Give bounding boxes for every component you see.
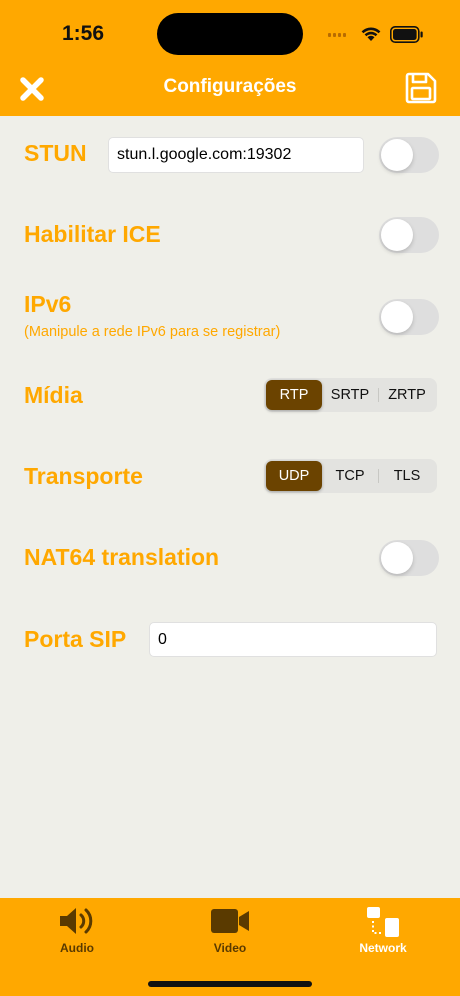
media-label: Mídia: [24, 382, 83, 408]
toggle-knob: [381, 139, 413, 171]
ice-toggle[interactable]: [379, 217, 439, 253]
save-button[interactable]: [404, 71, 438, 105]
sip-port-label: Porta SIP: [24, 626, 127, 652]
transport-segmented-control: UDP TCP TLS: [264, 459, 437, 493]
sip-port-field[interactable]: 0: [149, 622, 437, 657]
toggle-knob: [381, 542, 413, 574]
transport-option-tcp[interactable]: TCP: [322, 461, 378, 491]
stun-toggle[interactable]: [379, 137, 439, 173]
tab-audio[interactable]: Audio: [27, 898, 127, 968]
ipv6-toggle[interactable]: [379, 299, 439, 335]
network-icon: [367, 907, 399, 937]
speaker-icon: [60, 908, 93, 934]
transport-option-udp[interactable]: UDP: [266, 461, 322, 491]
tab-network[interactable]: Network: [333, 898, 433, 968]
status-bar: 1:56: [0, 0, 460, 60]
home-indicator: [148, 981, 312, 987]
media-segmented-control: RTP SRTP ZRTP: [264, 378, 437, 412]
tab-network-label: Network: [359, 941, 407, 955]
ipv6-label: IPv6: [24, 291, 72, 317]
header: 1:56 Configurações: [0, 0, 460, 116]
cellular-signal-icon: [328, 33, 346, 37]
battery-icon: [390, 26, 423, 43]
status-time: 1:56: [62, 22, 105, 45]
transport-label: Transporte: [24, 463, 143, 489]
video-camera-icon: [211, 909, 249, 933]
dynamic-island: [157, 13, 303, 55]
ice-label: Habilitar ICE: [24, 221, 161, 247]
nat64-toggle[interactable]: [379, 540, 439, 576]
toggle-knob: [381, 301, 413, 333]
nat64-label: NAT64 translation: [24, 544, 220, 570]
transport-option-tls[interactable]: TLS: [379, 461, 435, 491]
ipv6-subtitle: (Manipule a rede IPv6 para se registrar): [24, 324, 281, 340]
tab-audio-label: Audio: [60, 941, 94, 955]
stun-label: STUN: [24, 140, 87, 166]
media-option-rtp[interactable]: RTP: [266, 380, 322, 410]
media-option-srtp[interactable]: SRTP: [322, 380, 378, 410]
wifi-icon: [361, 27, 381, 41]
page-title: Configurações: [163, 76, 297, 97]
toggle-knob: [381, 219, 413, 251]
stun-server-field[interactable]: stun.l.google.com:19302: [108, 137, 364, 173]
tab-video-label: Video: [213, 941, 247, 955]
media-option-zrtp[interactable]: ZRTP: [379, 380, 435, 410]
tab-video[interactable]: Video: [180, 898, 280, 968]
